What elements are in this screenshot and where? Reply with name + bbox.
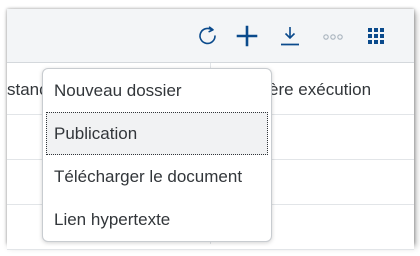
add-icon — [236, 25, 258, 47]
more-options-icon — [323, 34, 343, 40]
download-icon — [281, 27, 299, 46]
download-button[interactable] — [277, 23, 303, 49]
menu-item-new-folder[interactable]: Nouveau dossier — [43, 69, 271, 112]
grid-view-icon — [368, 28, 384, 44]
menu-item-download-document[interactable]: Télécharger le document — [43, 155, 271, 198]
grid-view-button[interactable] — [363, 23, 389, 49]
context-menu: Nouveau dossier Publication Télécharger … — [42, 68, 272, 242]
add-button[interactable] — [234, 23, 260, 49]
column-header-last-execution[interactable]: ère exécution — [269, 80, 371, 100]
menu-item-hyperlink[interactable]: Lien hypertexte — [43, 198, 271, 241]
toolbar — [7, 9, 414, 63]
menu-item-publication[interactable]: Publication — [46, 112, 268, 155]
more-options-button[interactable] — [320, 23, 346, 49]
refresh-button[interactable] — [195, 23, 221, 49]
refresh-icon — [199, 26, 216, 45]
